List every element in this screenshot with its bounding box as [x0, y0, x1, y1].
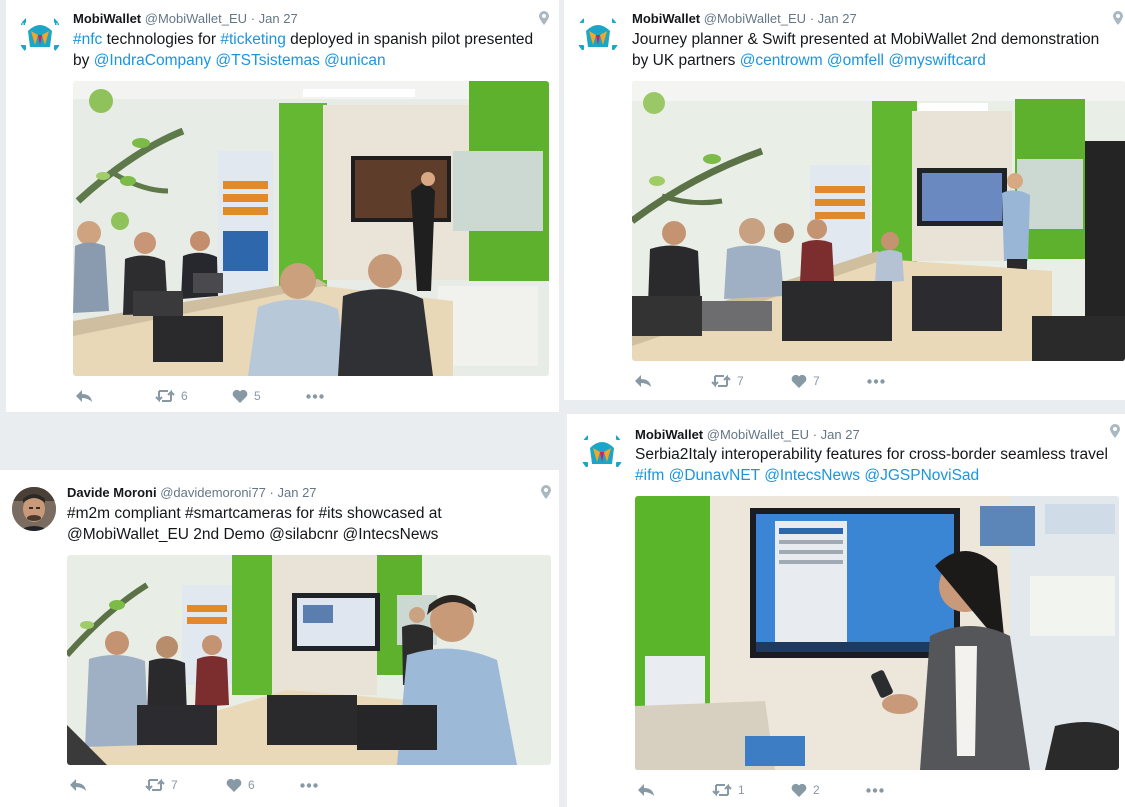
retweet-count: 6 — [181, 389, 188, 403]
mention-link[interactable]: @IntecsNews — [764, 467, 860, 484]
hashtag-link[interactable]: #ticketing — [220, 31, 285, 48]
mention-link[interactable]: @TSTsistemas — [215, 52, 319, 69]
mention-link[interactable]: @unican — [324, 52, 385, 69]
retweet-button[interactable]: 7 — [145, 776, 178, 794]
heart-icon — [791, 783, 807, 797]
more-icon — [866, 787, 884, 793]
mobiwallet-logo-icon[interactable] — [580, 430, 624, 474]
more-button[interactable] — [866, 781, 884, 799]
like-button[interactable]: 6 — [226, 776, 255, 794]
author-handle[interactable]: @MobiWallet_EU — [707, 427, 809, 442]
user-avatar-icon[interactable] — [12, 487, 56, 531]
reply-icon — [76, 390, 92, 402]
like-count: 5 — [254, 389, 261, 403]
author-name[interactable]: MobiWallet — [632, 11, 700, 26]
hashtag-link[interactable]: #ifm — [635, 467, 664, 484]
retweet-icon — [712, 783, 732, 797]
retweet-button[interactable]: 7 — [711, 372, 744, 390]
tweet-photo[interactable] — [73, 81, 549, 376]
like-count: 6 — [248, 778, 255, 792]
text-segment: technologies for — [102, 31, 221, 48]
reply-button[interactable] — [637, 781, 655, 799]
hashtag-link[interactable]: #nfc — [73, 31, 102, 48]
location-pin-icon[interactable] — [541, 485, 551, 499]
tweet-date[interactable]: Jan 27 — [821, 427, 860, 442]
mobiwallet-logo-icon[interactable] — [576, 13, 620, 57]
author-handle[interactable]: @MobiWallet_EU — [704, 11, 806, 26]
more-button[interactable] — [306, 387, 324, 405]
retweet-icon — [145, 778, 165, 792]
separator-dot: · — [250, 11, 256, 26]
tweet-card-4[interactable]: MobiWallet @MobiWallet_EU · Jan 27 Serbi… — [567, 414, 1125, 807]
mention-link[interactable]: @JGSPNoviSad — [864, 467, 979, 484]
retweet-button[interactable]: 6 — [155, 387, 188, 405]
author-name[interactable]: MobiWallet — [635, 427, 703, 442]
more-icon — [867, 378, 885, 384]
reply-icon — [635, 375, 651, 387]
reply-button[interactable] — [634, 372, 652, 390]
more-icon — [300, 782, 318, 788]
tweet-text: #m2m compliant #smartcameras for #its sh… — [67, 503, 487, 545]
mention-link[interactable]: @myswiftcard — [888, 52, 986, 69]
tweet-text: #nfc technologies for #ticketing deploye… — [73, 29, 553, 71]
heart-icon — [226, 778, 242, 792]
reply-icon — [638, 784, 654, 796]
tweet-card-2[interactable]: MobiWallet @MobiWallet_EU · Jan 27 Journ… — [564, 0, 1125, 400]
reply-icon — [70, 779, 86, 791]
tweet-photo[interactable] — [635, 496, 1119, 770]
heart-icon — [232, 389, 248, 403]
retweet-count: 1 — [738, 783, 745, 797]
separator-dot: · — [269, 485, 274, 500]
more-button[interactable] — [867, 372, 885, 390]
author-name[interactable]: Davide Moroni — [67, 485, 157, 500]
tweet-photo[interactable] — [632, 81, 1125, 361]
mention-link[interactable]: @centrowm — [740, 52, 823, 69]
like-count: 7 — [813, 374, 820, 388]
retweet-icon — [155, 389, 175, 403]
tweet-text: Journey planner & Swift presented at Mob… — [632, 29, 1118, 71]
retweet-button[interactable]: 1 — [712, 781, 745, 799]
retweet-icon — [711, 374, 731, 388]
reply-button[interactable] — [69, 776, 87, 794]
retweet-count: 7 — [171, 778, 178, 792]
location-pin-icon[interactable] — [1110, 424, 1120, 438]
mobiwallet-logo-icon[interactable] — [18, 13, 62, 57]
tweet-photo[interactable] — [67, 555, 551, 765]
like-button[interactable]: 7 — [791, 372, 820, 390]
tweet-date[interactable]: Jan 27 — [278, 485, 317, 500]
heart-icon — [791, 374, 807, 388]
mention-link[interactable]: @IndraCompany — [94, 52, 211, 69]
tweet-card-1[interactable]: MobiWallet @MobiWallet_EU · Jan 27 #nfc … — [6, 0, 559, 412]
tweet-card-3[interactable]: Davide Moroni @davidemoroni77 · Jan 27 #… — [0, 470, 559, 807]
tweet-date[interactable]: Jan 27 — [259, 11, 298, 26]
more-button[interactable] — [300, 776, 318, 794]
separator-dot: · — [809, 11, 815, 26]
separator-dot: · — [812, 427, 818, 442]
text-segment: #m2m compliant #smartcameras for #its sh… — [67, 505, 442, 543]
like-count: 2 — [813, 783, 820, 797]
location-pin-icon[interactable] — [539, 11, 549, 25]
author-handle[interactable]: @MobiWallet_EU — [145, 11, 247, 26]
tweet-date[interactable]: Jan 27 — [818, 11, 857, 26]
reply-button[interactable] — [75, 387, 93, 405]
retweet-count: 7 — [737, 374, 744, 388]
like-button[interactable]: 2 — [791, 781, 820, 799]
author-handle[interactable]: @davidemoroni77 — [160, 485, 266, 500]
text-segment: Serbia2Italy interoperability features f… — [635, 446, 1108, 463]
mention-link[interactable]: @DunavNET — [669, 467, 760, 484]
tweet-text: Serbia2Italy interoperability features f… — [635, 444, 1115, 486]
like-button[interactable]: 5 — [232, 387, 261, 405]
more-icon — [306, 393, 324, 399]
location-pin-icon[interactable] — [1113, 11, 1123, 25]
author-name[interactable]: MobiWallet — [73, 11, 141, 26]
mention-link[interactable]: @omfell — [827, 52, 884, 69]
